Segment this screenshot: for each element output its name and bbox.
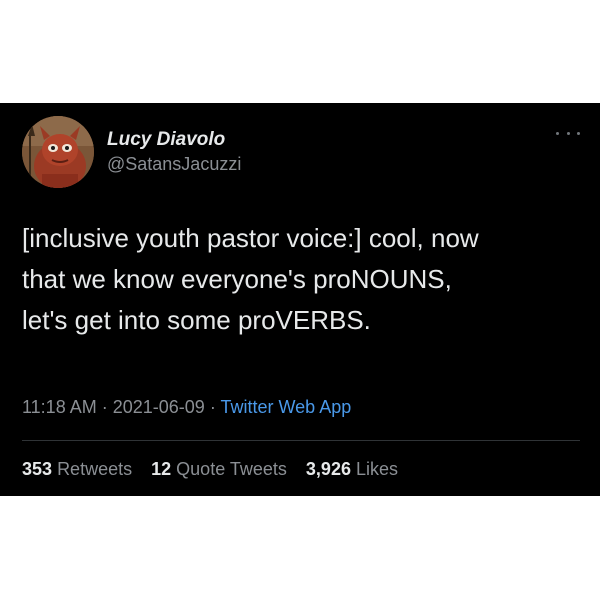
more-options-icon[interactable] xyxy=(556,126,580,140)
avatar[interactable] xyxy=(22,116,94,188)
retweets-stat[interactable]: 353 Retweets xyxy=(22,459,132,479)
tweet-card: Lucy Diavolo @SatansJacuzzi [inclusive y… xyxy=(0,103,600,496)
divider xyxy=(22,440,580,441)
meta-separator: · xyxy=(209,397,221,417)
more-dot xyxy=(556,131,559,135)
retweets-count: 353 xyxy=(22,459,53,479)
author-handle[interactable]: @SatansJacuzzi xyxy=(107,154,241,175)
tweet-text-line: let's get into some proVERBS. xyxy=(22,305,371,335)
likes-count: 3,926 xyxy=(305,459,351,479)
tweet-text-line: [inclusive youth pastor voice:] cool, no… xyxy=(22,223,479,253)
more-dot xyxy=(566,131,570,135)
quote-tweets-stat[interactable]: 12 Quote Tweets xyxy=(151,459,287,479)
quote-tweets-label: Quote Tweets xyxy=(176,459,287,479)
retweets-label: Retweets xyxy=(57,459,133,479)
tweet-text: [inclusive youth pastor voice:] cool, no… xyxy=(22,218,582,341)
likes-stat[interactable]: 3,926 Likes xyxy=(306,459,398,479)
tweet-text-line: that we know everyone's proNOUNS, xyxy=(22,264,452,294)
author-display-name[interactable]: Lucy Diavolo xyxy=(107,129,225,151)
tweet-meta: 11:18 AM · 2021-06-09 · Twitter Web App xyxy=(22,397,351,418)
more-dot xyxy=(577,131,580,135)
tweet-date[interactable]: 2021-06-09 xyxy=(113,397,205,417)
tweet-time[interactable]: 11:18 AM xyxy=(22,397,97,417)
tweet-stats: 353 Retweets 12 Quote Tweets 3,926 Likes xyxy=(22,459,412,480)
devil-mask-avatar-icon xyxy=(22,116,94,188)
meta-separator: · xyxy=(101,397,113,417)
quote-tweets-count: 12 xyxy=(151,459,172,479)
likes-label: Likes xyxy=(355,459,399,479)
tweet-source-link[interactable]: Twitter Web App xyxy=(221,397,352,417)
